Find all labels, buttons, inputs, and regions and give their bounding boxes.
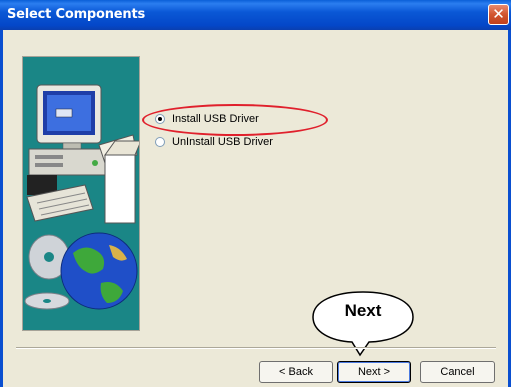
window-frame-left bbox=[0, 30, 3, 387]
callout-label: Next bbox=[344, 301, 382, 320]
radio-install-selected[interactable] bbox=[155, 114, 165, 124]
installer-graphic bbox=[22, 56, 140, 331]
option-uninstall-usb-driver[interactable]: UnInstall USB Driver bbox=[155, 136, 273, 148]
window-title: Select Components bbox=[7, 7, 146, 22]
close-icon: ✕ bbox=[492, 5, 505, 23]
option-install-usb-driver[interactable]: Install USB Driver bbox=[155, 113, 259, 125]
title-bar: Select Components ✕ bbox=[0, 0, 511, 30]
close-button[interactable]: ✕ bbox=[488, 4, 509, 25]
next-button[interactable]: Next > bbox=[337, 361, 411, 383]
separator-line bbox=[16, 347, 496, 349]
computer-and-globe-illustration bbox=[24, 84, 139, 310]
option-uninstall-label: UnInstall USB Driver bbox=[172, 136, 273, 148]
back-button[interactable]: < Back bbox=[259, 361, 333, 383]
option-install-label: Install USB Driver bbox=[172, 113, 259, 125]
radio-uninstall[interactable] bbox=[155, 137, 165, 147]
cancel-button[interactable]: Cancel bbox=[420, 361, 495, 383]
